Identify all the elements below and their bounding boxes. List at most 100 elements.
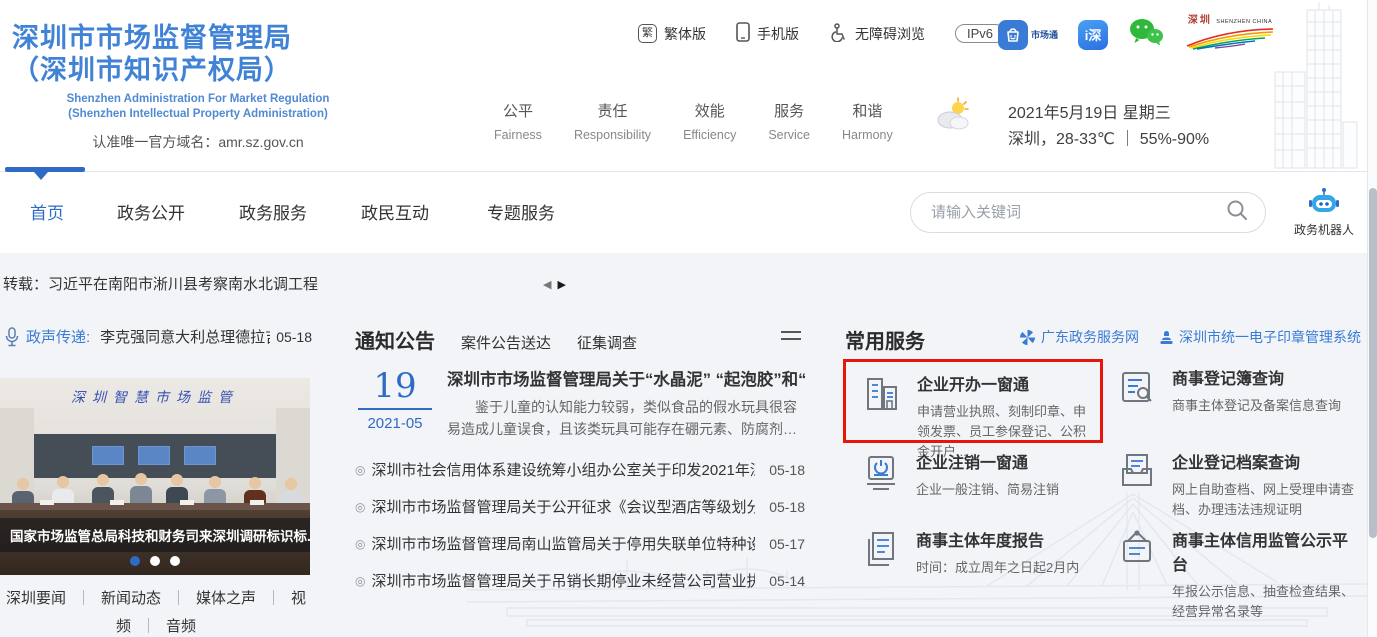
search-icon[interactable]	[1225, 198, 1249, 227]
separator: ｜	[170, 590, 186, 607]
value-cn: 服务	[774, 103, 805, 120]
voice-news-title[interactable]: 李克强同意大利总理德拉吉通电...	[100, 326, 270, 347]
service-card-credit-platform[interactable]: 商事主体信用监管公示平台 年报公示信息、抽查检查结果、经营异常名录等	[1117, 527, 1363, 622]
archive-box-icon	[1122, 454, 1152, 486]
nav-interaction[interactable]: 政民互动	[361, 199, 429, 224]
utility-bar: 繁 繁体版 手机版 无障碍浏览 IPv6	[638, 22, 1006, 45]
carousel-dot-3[interactable]	[170, 556, 180, 566]
featured-summary: 鉴于儿童的认知能力较弱，类似食品的假水玩具很容易造成儿童误食，且该类玩具可能存在…	[447, 399, 797, 437]
site-title-cn-1: 深圳市市场监督管理局	[12, 23, 292, 53]
tab-surveys[interactable]: 征集调查	[577, 332, 637, 353]
carousel-dots	[0, 556, 310, 566]
site-logo[interactable]: 深圳市市场监督管理局 （深圳市知识产权局） Shenzhen Administr…	[12, 22, 384, 152]
link-shenzhen-news[interactable]: 深圳要闻	[6, 590, 66, 607]
service-text: 企业开办一窗通 申请营业执照、刻制印章、申领发票、员工参保登记、公积金开户...	[917, 371, 1092, 459]
tab-case-announcements[interactable]: 案件公告送达	[461, 332, 551, 353]
scrollbar-thumb[interactable]	[1369, 188, 1377, 538]
notices-column: 通知公告 案件公告送达 征集调查 19 2021-05 深圳市市场监督管理局关于…	[355, 253, 805, 637]
photo-screen	[184, 446, 216, 465]
service-card-archive-search[interactable]: 企业登记档案查询 网上自助查档、网上受理申请查档、办理违法违规证明	[1117, 449, 1363, 520]
ishenzhen-app-icon[interactable]: i深	[1078, 19, 1109, 50]
accessibility-link[interactable]: 无障碍浏览	[829, 22, 925, 45]
notice-row-2[interactable]: ◎ 深圳市市场监督管理局关于公开征求《会议型酒店等级划分与评定... 05-18	[355, 488, 805, 525]
notice-date: 05-18	[769, 498, 805, 515]
nav-special-topics[interactable]: 专题服务	[487, 199, 555, 224]
photo-decor	[180, 500, 194, 505]
service-card-company-setup[interactable]: 企业开办一窗通 申请营业执照、刻制印章、申领发票、员工参保登记、公积金开户...	[843, 359, 1103, 459]
date-rule	[358, 408, 432, 411]
nav-gov-disclosure[interactable]: 政务公开	[117, 199, 185, 224]
services-header: 常用服务 广东政务服务网 深圳市统一电子印章管理系统	[845, 325, 1363, 354]
nav-active-arrow	[34, 172, 48, 180]
core-values: 公平 Fairness 责任 Responsibility 效能 Efficie…	[494, 100, 893, 142]
notice-row-4[interactable]: ◎ 深圳市市场监督管理局关于吊销长期停业未经营公司营业执照的公... 05-14	[355, 562, 805, 599]
guangdong-gov-link[interactable]: 广东政务服务网	[1019, 327, 1139, 347]
photo-decor	[110, 500, 124, 505]
notice-date: 05-14	[769, 572, 805, 589]
scrollbar-track[interactable]	[1367, 0, 1377, 637]
nav-home[interactable]: 首页	[30, 199, 64, 224]
service-desc: 网上自助查档、网上受理申请查档、办理违法违规证明	[1172, 482, 1355, 518]
mobile-version-link[interactable]: 手机版	[736, 22, 799, 45]
featured-notice[interactable]: 19 2021-05 深圳市市场监督管理局关于“水晶泥” “起泡胶”和“... …	[355, 366, 805, 442]
service-desc: 企业一般注销、简易注销	[916, 482, 1060, 497]
photo-decor	[40, 500, 54, 505]
power-screen-icon	[867, 456, 895, 490]
microphone-icon	[5, 326, 19, 346]
brand-logo-cn: 深圳	[1187, 15, 1212, 26]
link-audio[interactable]: 音频	[166, 618, 196, 635]
link-news-updates[interactable]: 新闻动态	[101, 590, 161, 607]
market-app-icon	[998, 19, 1028, 50]
value-en: Service	[768, 128, 811, 142]
traditional-icon: 繁	[638, 24, 657, 43]
notice-row-3[interactable]: ◎ 深圳市市场监督管理局南山监管局关于停用失联单位特种设备的公... 05-17	[355, 525, 805, 562]
market-app-label: 市场通	[1031, 30, 1059, 40]
weather-summary: 深圳，28-33℃ ｜ 55%-90%	[1008, 131, 1210, 149]
carousel-caption[interactable]: 国家市场监管总局科技和财务司来深圳调研标识标...	[0, 518, 310, 552]
service-card-company-deregistration[interactable]: 企业注销一窗通 企业一般注销、简易注销	[861, 449, 1107, 500]
carousel-dot-1[interactable]	[130, 556, 140, 566]
bullet-icon: ◎	[355, 499, 366, 514]
eseal-system-label: 深圳市统一电子印章管理系统	[1179, 329, 1361, 345]
gov-robot[interactable]: 政务机器人	[1290, 187, 1358, 238]
service-text: 商事主体年度报告 时间：成立周年之日起2月内	[916, 527, 1079, 578]
voice-news-label[interactable]: 政声传递:	[26, 326, 90, 347]
bullet-icon: ◎	[355, 536, 366, 551]
notice-title: 深圳市市场监督管理局关于公开征求《会议型酒店等级划分与评定...	[371, 499, 756, 516]
ticker-text: 转载：习近平在南阳市淅川县考察南水北调工程	[3, 276, 319, 293]
more-icon[interactable]	[781, 331, 801, 340]
datetime-block: 2021年5月19日 星期三 深圳，28-33℃ ｜ 55%-90%	[1008, 101, 1209, 154]
carousel-dot-2[interactable]	[150, 556, 160, 566]
notice-title: 深圳市市场监督管理局关于吊销长期停业未经营公司营业执照的公...	[371, 573, 756, 590]
report-pages-icon	[868, 532, 894, 566]
service-text: 商事登记簿查询 商事主体登记及备案信息查询	[1172, 365, 1341, 416]
wechat-icon[interactable]	[1128, 17, 1164, 53]
site-title-cn-2: （深圳市知识产权局）	[12, 55, 292, 86]
separator: ｜	[266, 590, 282, 607]
robot-label: 政务机器人	[1293, 223, 1354, 237]
eseal-system-link[interactable]: 深圳市统一电子印章管理系统	[1159, 327, 1361, 347]
notice-row-1[interactable]: ◎ 深圳市社会信用体系建设统筹小组办公室关于印发2021年深圳市... 05-1…	[355, 451, 805, 488]
featured-title[interactable]: 深圳市市场监督管理局关于“水晶泥” “起泡胶”和“...	[447, 366, 805, 390]
value-harmony: 和谐 Harmony	[842, 100, 893, 142]
tab-notices[interactable]: 通知公告	[355, 325, 435, 354]
service-card-annual-report[interactable]: 商事主体年度报告 时间：成立周年之日起2月内	[861, 527, 1107, 578]
market-app-link[interactable]: 市场通	[998, 19, 1059, 50]
photo-banner-text: 深圳智慧市场监管	[71, 390, 239, 406]
traditional-version-link[interactable]: 繁 繁体版	[638, 24, 706, 44]
search-input[interactable]	[931, 204, 1225, 221]
official-domain-note: 认准唯一官方域名：amr.sz.gov.cn	[92, 133, 304, 150]
link-media-voice[interactable]: 媒体之声	[196, 590, 256, 607]
service-desc: 年报公示信息、抽查检查结果、经营异常名录等	[1172, 584, 1355, 620]
nav-gov-services[interactable]: 政务服务	[239, 199, 307, 224]
weather-icon	[930, 96, 974, 141]
photo-screen	[138, 446, 170, 465]
service-title: 商事主体信用监管公示平台	[1172, 533, 1349, 574]
buildings-icon	[867, 378, 897, 410]
robot-icon	[1309, 188, 1339, 212]
value-en: Harmony	[842, 128, 893, 142]
mobile-icon	[736, 22, 750, 45]
service-card-registry-search[interactable]: 商事登记簿查询 商事主体登记及备案信息查询	[1117, 365, 1363, 416]
value-cn: 效能	[694, 103, 725, 120]
news-carousel[interactable]: 深圳智慧市场监管 国家市场监管总局科技和财务司来深圳调研标识标...	[0, 378, 310, 575]
